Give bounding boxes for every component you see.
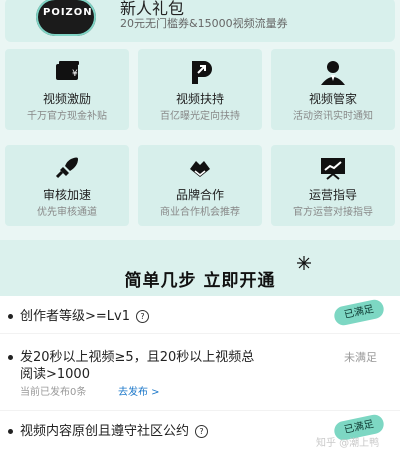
published-count: 当前已发布0条 bbox=[20, 387, 87, 398]
benefit-card-video-manager[interactable]: 视频管家 活动资讯实时通知 bbox=[271, 49, 395, 130]
card-title: 品牌合作 bbox=[175, 188, 224, 202]
manager-icon bbox=[321, 61, 345, 85]
card-title: 运营指导 bbox=[308, 188, 357, 202]
benefit-card-brand-cooperation[interactable]: 品牌合作 商业合作机会推荐 bbox=[138, 145, 262, 226]
bullet bbox=[8, 429, 13, 434]
bullet bbox=[8, 355, 13, 360]
chart-board-icon bbox=[321, 158, 345, 180]
steps-headline: 简单几步 立即开通 bbox=[124, 271, 276, 291]
benefit-card-video-incentive[interactable]: ¥ 视频激励 千万官方现金补贴 bbox=[5, 49, 129, 130]
sparkle-icon bbox=[297, 256, 311, 270]
help-icon[interactable]: ? bbox=[195, 425, 209, 438]
benefit-card-ops-guidance[interactable]: 运营指导 官方运营对接指导 bbox=[271, 145, 395, 226]
card-yen-icon: ¥ bbox=[56, 61, 79, 80]
newcomer-gift-banner[interactable]: POIZON 新人礼包 20元无门槛券&15000视频流量券 bbox=[5, 0, 395, 42]
card-title: 视频扶持 bbox=[175, 92, 224, 106]
divider bbox=[0, 410, 400, 411]
bullet bbox=[8, 314, 13, 319]
poizon-logo: POIZON bbox=[36, 0, 96, 36]
p-boost-icon bbox=[192, 61, 212, 84]
divider bbox=[0, 333, 400, 334]
handshake-icon bbox=[190, 161, 210, 177]
card-subtitle: 优先审核通道 bbox=[37, 207, 97, 218]
card-subtitle: 活动资讯实时通知 bbox=[293, 111, 373, 122]
status-unmet: 未满足 bbox=[344, 351, 377, 364]
card-subtitle: 商业合作机会推荐 bbox=[160, 207, 240, 218]
card-title: 视频管家 bbox=[308, 92, 357, 106]
card-subtitle: 官方运营对接指导 bbox=[293, 207, 373, 218]
watermark: 知乎 @潮上鸭 bbox=[316, 438, 380, 449]
requirement-original-content: 视频内容原创且遵守社区公约? bbox=[20, 420, 209, 439]
gift-subtitle: 20元无门槛券&15000视频流量券 bbox=[120, 17, 288, 30]
requirement-creator-level: 创作者等级>=Lv1? bbox=[20, 305, 149, 324]
help-icon[interactable]: ? bbox=[136, 310, 149, 323]
card-title: 审核加速 bbox=[42, 188, 91, 202]
go-publish-link[interactable]: 去发布 > bbox=[118, 383, 160, 398]
benefit-card-video-support[interactable]: 视频扶持 百亿曝光定向扶持 bbox=[138, 49, 262, 130]
card-title: 视频激励 bbox=[42, 92, 91, 106]
benefit-card-review-speedup[interactable]: 审核加速 优先审核通道 bbox=[5, 145, 129, 226]
rocket-icon bbox=[55, 157, 78, 179]
svg-text:¥: ¥ bbox=[72, 69, 78, 79]
requirement-video-count-line2: 阅读>1000 bbox=[20, 367, 90, 382]
card-subtitle: 百亿曝光定向扶持 bbox=[160, 111, 240, 122]
card-subtitle: 千万官方现金补贴 bbox=[27, 111, 107, 122]
